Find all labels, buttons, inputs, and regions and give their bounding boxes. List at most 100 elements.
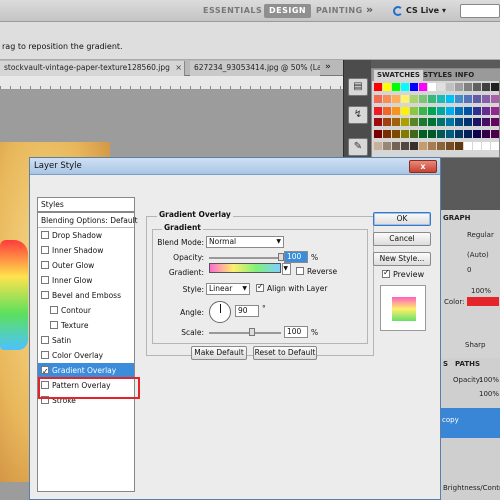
color-swatch[interactable]	[383, 142, 391, 151]
color-swatch[interactable]	[410, 94, 418, 103]
color-swatch[interactable]	[392, 106, 400, 115]
document-tab[interactable]: 627234_93053414.jpg @ 50% (Laye	[190, 61, 320, 76]
text-color-swatch[interactable]	[467, 297, 499, 306]
color-swatch[interactable]	[473, 118, 481, 127]
color-swatch[interactable]	[374, 118, 382, 127]
color-swatch[interactable]	[401, 94, 409, 103]
color-swatch[interactable]	[473, 83, 481, 91]
color-swatch[interactable]	[383, 94, 391, 103]
opacity-input[interactable]: 100	[284, 251, 308, 263]
color-swatch[interactable]	[392, 118, 400, 127]
color-swatch[interactable]	[446, 83, 454, 91]
color-swatch[interactable]	[464, 106, 472, 115]
color-swatch[interactable]	[473, 130, 481, 139]
workspace-design[interactable]: DESIGN	[264, 4, 312, 18]
style-item[interactable]: Inner Shadow	[38, 243, 134, 258]
color-swatch[interactable]	[464, 83, 472, 91]
color-swatch[interactable]	[419, 118, 427, 127]
color-swatch[interactable]	[401, 106, 409, 115]
style-item[interactable]: Inner Glow	[38, 273, 134, 288]
style-item[interactable]: Color Overlay	[38, 348, 134, 363]
antialias-select[interactable]: Sharp	[465, 341, 486, 349]
tab-info[interactable]: INFO	[452, 70, 477, 81]
color-swatch[interactable]	[392, 94, 400, 103]
color-swatch[interactable]	[446, 142, 454, 151]
gradient-dropdown-button[interactable]: ▼	[282, 263, 291, 275]
color-swatch[interactable]	[473, 142, 481, 151]
scale-slider[interactable]	[209, 332, 281, 334]
scale-input[interactable]: 100	[284, 326, 308, 338]
adjustment-layer-label[interactable]: Brightness/Contr...	[443, 484, 500, 492]
search-input[interactable]	[460, 4, 500, 18]
style-checkbox[interactable]	[41, 261, 49, 269]
color-swatch[interactable]	[455, 94, 463, 103]
style-checkbox[interactable]	[50, 306, 58, 314]
style-checkbox[interactable]	[41, 246, 49, 254]
color-swatch[interactable]	[491, 142, 499, 151]
color-swatch[interactable]	[491, 118, 499, 127]
font-style-select[interactable]: Regular	[467, 231, 494, 239]
opacity-value[interactable]: 100%	[479, 376, 499, 384]
workspace-more-icon[interactable]: »	[366, 3, 373, 16]
color-swatch[interactable]	[464, 142, 472, 151]
document-tab[interactable]: stockvault-vintage-paper-texture128560.j…	[0, 61, 185, 76]
color-swatch[interactable]	[446, 94, 454, 103]
color-swatch[interactable]	[401, 142, 409, 151]
color-swatch[interactable]	[482, 94, 490, 103]
color-swatch[interactable]	[455, 106, 463, 115]
color-swatch[interactable]	[410, 130, 418, 139]
leading-field[interactable]: (Auto)	[467, 251, 489, 259]
color-swatch[interactable]	[437, 118, 445, 127]
opacity-slider[interactable]	[209, 257, 281, 259]
color-swatch[interactable]	[410, 106, 418, 115]
color-swatch[interactable]	[419, 94, 427, 103]
style-item[interactable]: Satin	[38, 333, 134, 348]
fill-value[interactable]: 100%	[479, 390, 499, 398]
make-default-button[interactable]: Make Default	[191, 346, 247, 360]
style-item[interactable]: Bevel and Emboss	[38, 288, 134, 303]
style-checkbox[interactable]	[41, 276, 49, 284]
color-swatch[interactable]	[410, 83, 418, 91]
color-swatch[interactable]	[473, 94, 481, 103]
close-button[interactable]: x	[409, 160, 437, 173]
color-swatch[interactable]	[437, 94, 445, 103]
blending-options-item[interactable]: Blending Options: Default	[38, 213, 138, 228]
color-swatch[interactable]	[428, 94, 436, 103]
color-swatch[interactable]	[401, 83, 409, 91]
blend-mode-select[interactable]: Normal ▼	[206, 236, 284, 248]
color-swatch[interactable]	[455, 83, 463, 91]
color-swatch[interactable]	[482, 130, 490, 139]
color-swatch[interactable]	[482, 118, 490, 127]
style-checkbox[interactable]	[50, 321, 58, 329]
color-swatch[interactable]	[482, 83, 490, 91]
workspace-essentials[interactable]: ESSENTIALS	[198, 4, 267, 18]
color-swatch[interactable]	[491, 83, 499, 91]
style-checkbox[interactable]	[41, 231, 49, 239]
color-swatch[interactable]	[446, 106, 454, 115]
color-swatch[interactable]	[428, 118, 436, 127]
tab-styles[interactable]: STYLES	[420, 70, 455, 81]
tabs-overflow-icon[interactable]: »	[325, 62, 331, 72]
color-swatch[interactable]	[455, 130, 463, 139]
color-swatch[interactable]	[374, 106, 382, 115]
color-swatch[interactable]	[455, 118, 463, 127]
color-swatch[interactable]	[464, 94, 472, 103]
color-swatch[interactable]	[419, 142, 427, 151]
color-swatch[interactable]	[383, 106, 391, 115]
preview-checkbox[interactable]: Preview	[382, 268, 424, 279]
color-swatch[interactable]	[410, 118, 418, 127]
color-swatch[interactable]	[392, 83, 400, 91]
color-swatch[interactable]	[437, 130, 445, 139]
angle-dial[interactable]	[209, 301, 231, 323]
color-swatch[interactable]	[473, 106, 481, 115]
reverse-checkbox[interactable]: Reverse	[296, 267, 337, 276]
tab-swatches[interactable]: SWATCHES	[374, 70, 423, 81]
color-swatch[interactable]	[464, 130, 472, 139]
color-swatch[interactable]	[383, 130, 391, 139]
color-swatch[interactable]	[437, 142, 445, 151]
color-swatch[interactable]	[491, 106, 499, 115]
tracking-field[interactable]: 0	[467, 266, 471, 274]
color-swatch[interactable]	[464, 118, 472, 127]
style-checkbox[interactable]	[41, 364, 49, 379]
reset-to-default-button[interactable]: Reset to Default	[253, 346, 317, 360]
